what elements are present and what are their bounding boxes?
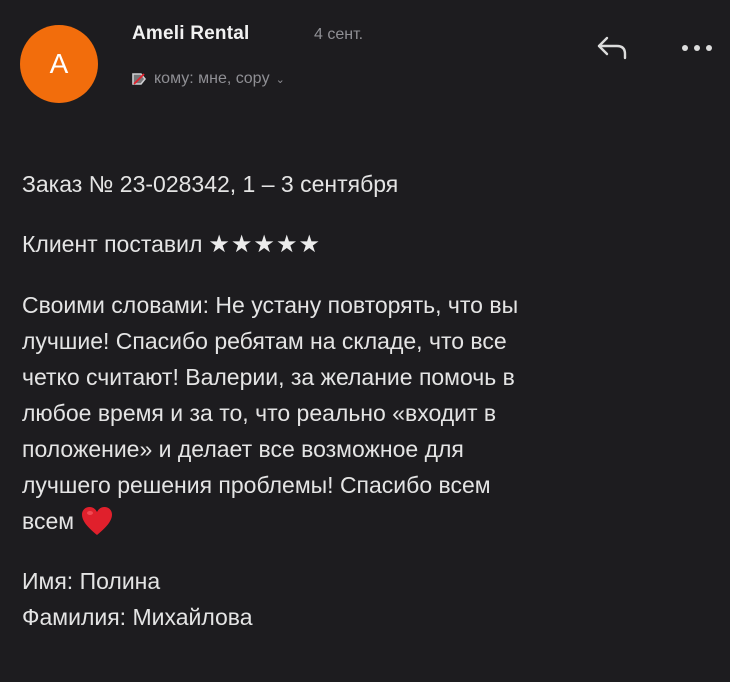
rating-line: Клиент поставил ★★★★★: [22, 226, 712, 263]
sender-name[interactable]: Ameli Rental: [132, 23, 250, 45]
recipients-toggle[interactable]: кому: мне, copy ⌄: [132, 70, 285, 88]
sender-date: 4 сент.: [314, 26, 364, 43]
review-line: четко считают! Валерии, за желание помоч…: [22, 364, 515, 390]
last-name-line: Фамилия: Михайлова: [22, 604, 253, 630]
heart-icon: [80, 505, 114, 537]
important-tag-icon: [132, 72, 147, 86]
review-line: любое время и за то, что реально «входит…: [22, 400, 497, 426]
avatar-letter: A: [49, 48, 69, 79]
more-options-button[interactable]: [675, 30, 719, 66]
review-last-line: всем: [22, 503, 712, 539]
review-line: положение» и делает все возможное для: [22, 436, 464, 462]
email-view: A Ameli Rental 4 сент. кому: мне, copy ⌄: [0, 0, 730, 682]
review-line: лучшие! Спасибо ребятам на складе, что в…: [22, 328, 507, 354]
avatar[interactable]: A: [20, 25, 98, 103]
reply-button[interactable]: [590, 30, 634, 66]
email-body: Заказ № 23-028342, 1 – 3 сентября Клиент…: [22, 166, 712, 635]
order-line: Заказ № 23-028342, 1 – 3 сентября: [22, 171, 399, 197]
chevron-down-icon: ⌄: [275, 73, 285, 86]
review-line: лучшего решения проблемы! Спасибо всем: [22, 472, 491, 498]
more-dots-icon: [682, 45, 712, 51]
recipients-text: кому: мне, copy: [154, 70, 270, 87]
review-line: всем: [22, 508, 75, 534]
reply-icon: [597, 36, 627, 60]
rating-label: Клиент поставил: [22, 231, 203, 257]
review-line: Своими словами: Не устану повторять, что…: [22, 292, 519, 318]
email-header: A Ameli Rental 4 сент. кому: мне, copy ⌄: [0, 0, 730, 120]
rating-stars: ★★★★★: [208, 231, 321, 258]
first-name-line: Имя: Полина: [22, 568, 161, 594]
